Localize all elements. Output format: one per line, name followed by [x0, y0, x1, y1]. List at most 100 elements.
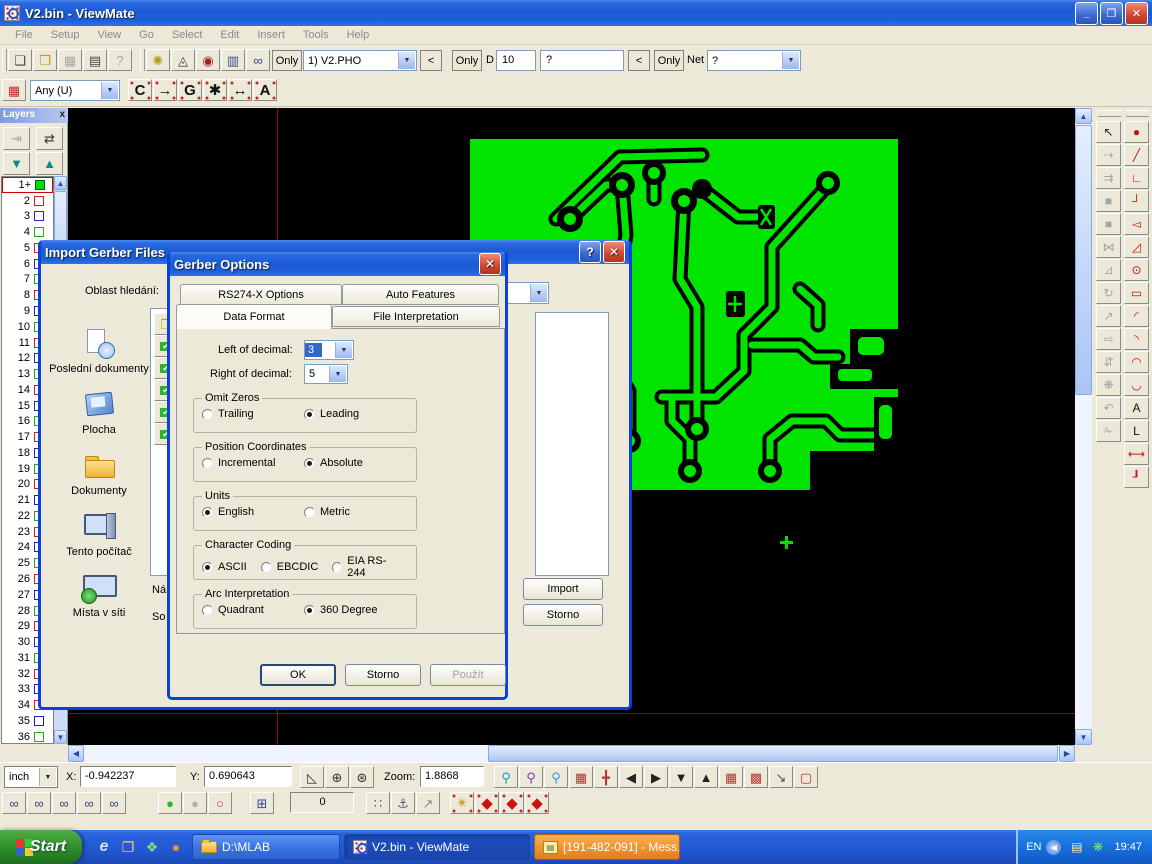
layer-color-swatch[interactable] [34, 211, 44, 221]
menu-item-help[interactable]: Help [338, 27, 379, 43]
grid-step-icon[interactable]: ▦ [719, 766, 743, 788]
grid-origin-icon[interactable]: ▦ [569, 766, 593, 788]
toolbar-grip[interactable] [2, 49, 7, 71]
scroll-up-icon[interactable]: ▲ [54, 176, 67, 190]
open-folder-icon[interactable]: ❐ [33, 49, 57, 71]
zoom-select-icon[interactable]: ⚲ [544, 766, 568, 788]
layer-combo[interactable]: 1) V2.PHO ▼ [303, 50, 417, 71]
scale-icon[interactable]: ↗ [1096, 305, 1121, 327]
undo-icon[interactable]: ↶ [1096, 397, 1121, 419]
left-of-decimal-combo[interactable]: 3 ▼ [304, 340, 354, 360]
draw-ltext-icon[interactable]: L [1124, 420, 1149, 442]
icq-flower-icon[interactable]: ❋ [1089, 839, 1106, 856]
draw-corner-icon[interactable]: ┘ [1124, 190, 1149, 212]
settings-gear-icon[interactable]: ❋ [1096, 374, 1121, 396]
menu-item-select[interactable]: Select [163, 27, 212, 43]
menu-item-go[interactable]: Go [130, 27, 163, 43]
snip-icon[interactable]: ✁ [1096, 420, 1121, 442]
help-button[interactable]: ? [579, 241, 601, 263]
copy-flash-icon[interactable]: ⇉ [1096, 167, 1121, 189]
grid-snap-icon[interactable]: ▩ [744, 766, 768, 788]
radio-english[interactable]: English [202, 506, 304, 518]
units-combo[interactable]: inch ▼ [4, 766, 58, 788]
language-indicator[interactable]: EN [1026, 841, 1041, 853]
radio-metric[interactable]: Metric [304, 506, 350, 518]
pan-up-icon[interactable]: ▲ [694, 766, 718, 788]
view-fill-glasses-icon[interactable]: ∞ [102, 792, 126, 814]
layer-row[interactable]: 36 [2, 729, 53, 744]
layer-color-swatch[interactable] [34, 716, 44, 726]
menu-item-setup[interactable]: Setup [42, 27, 89, 43]
dock-panel-button[interactable]: ⇥ [3, 127, 30, 150]
scroll-thumb[interactable] [1075, 125, 1092, 395]
layer-down-button[interactable]: ▼ [3, 152, 30, 175]
tab-data-format[interactable]: Data Format [176, 304, 332, 329]
h-span-icon[interactable]: ↔ [228, 79, 252, 101]
menu-item-view[interactable]: View [88, 27, 130, 43]
resize-window-icon[interactable]: ↘ [769, 766, 793, 788]
goto-arrow-icon[interactable]: → [153, 79, 177, 101]
draw-triangle-icon[interactable]: ◿ [1124, 236, 1149, 258]
scroll-right-icon[interactable]: ▶ [1059, 745, 1075, 762]
radio-incremental[interactable]: Incremental [202, 457, 304, 469]
draw-arc-cw-icon[interactable]: ◝ [1124, 328, 1149, 350]
chevron-down-icon[interactable]: ▼ [39, 768, 56, 786]
flash-aperture-icon[interactable]: ✱ [203, 79, 227, 101]
reorder-icon[interactable]: ⇵ [1096, 351, 1121, 373]
flash-mode-icon[interactable]: ✴ [450, 792, 474, 814]
view-outline-glasses-icon[interactable]: ∞ [77, 792, 101, 814]
film-colors-button[interactable]: ⇄ [36, 127, 63, 150]
pan-left-icon[interactable]: ◀ [619, 766, 643, 788]
draw-bend-icon[interactable]: ┚ [1124, 466, 1149, 488]
flash-highlight-icon[interactable]: ✺ [146, 49, 170, 71]
layer-up-button[interactable]: ▲ [36, 152, 63, 175]
place-computer[interactable]: Tento počítač [49, 511, 149, 558]
filled-square2-icon[interactable]: ■ [1096, 213, 1121, 235]
dot-grid-icon[interactable]: ∷ [366, 792, 390, 814]
close-icon[interactable]: ✕ [603, 241, 625, 263]
tab-auto-features[interactable]: Auto Features [342, 284, 499, 305]
chevron-down-icon[interactable]: ▼ [335, 342, 352, 358]
menu-item-insert[interactable]: Insert [248, 27, 294, 43]
draw-fan-icon[interactable]: ◅ [1124, 213, 1149, 235]
draw-arc-top-icon[interactable]: ◠ [1124, 351, 1149, 373]
scroll-thumb[interactable] [488, 745, 1058, 762]
taskbar-item-mlab[interactable]: D:\MLAB [192, 834, 340, 860]
radio-ascii[interactable]: ASCII [202, 561, 247, 573]
right-of-decimal-combo[interactable]: 5 ▼ [304, 364, 348, 384]
restore-button[interactable]: ❐ [1100, 2, 1123, 25]
toolbar-grip[interactable] [140, 49, 145, 71]
tray-collapse-icon[interactable]: ◀ [1046, 840, 1061, 855]
folder-launch-icon[interactable]: ❐ [118, 836, 138, 858]
scroll-down-icon[interactable]: ▼ [1075, 729, 1092, 745]
anchor-icon[interactable]: ⚓ [391, 792, 415, 814]
new-file-icon[interactable]: ❏ [8, 49, 32, 71]
radio-quadrant[interactable]: Quadrant [202, 604, 304, 616]
draw-flash-icon[interactable]: ● [1124, 121, 1149, 143]
prev-layer-button[interactable]: < [420, 50, 442, 71]
filled-square-icon[interactable]: ■ [1096, 190, 1121, 212]
messenger-tray-icon[interactable]: ▤ [1068, 839, 1085, 856]
tab-rs274x-options[interactable]: RS274-X Options [180, 284, 342, 305]
cancel-button[interactable]: Storno [523, 604, 603, 626]
draw-line-icon[interactable]: ╱ [1124, 144, 1149, 166]
place-docs[interactable]: Dokumenty [49, 450, 149, 497]
film-colors-icon[interactable]: ▥ [221, 49, 245, 71]
dcode-filter-input[interactable]: ? [540, 50, 624, 71]
only-dcode-button[interactable]: Only [452, 50, 482, 71]
close-icon[interactable]: ✕ [479, 253, 501, 275]
radio-leading[interactable]: Leading [304, 408, 359, 420]
stretch-icon[interactable]: ↗ [416, 792, 440, 814]
close-button[interactable]: ✕ [1125, 2, 1148, 25]
select-area-icon[interactable]: ▢ [794, 766, 818, 788]
import-button[interactable]: Import [523, 578, 603, 600]
select-cursor-icon[interactable]: ↖ [1096, 121, 1121, 143]
snap-target-icon[interactable]: ◉ [196, 49, 220, 71]
layer-row[interactable]: 35 [2, 713, 53, 729]
tab-file-interpretation[interactable]: File Interpretation [332, 306, 500, 327]
draw-arc-bottom-icon[interactable]: ◡ [1124, 374, 1149, 396]
menu-item-file[interactable]: File [6, 27, 42, 43]
prev-dcode-button[interactable]: < [628, 50, 650, 71]
grid-icon[interactable]: ╋ [594, 766, 618, 788]
pad-mode-icon[interactable]: ◆ [475, 792, 499, 814]
